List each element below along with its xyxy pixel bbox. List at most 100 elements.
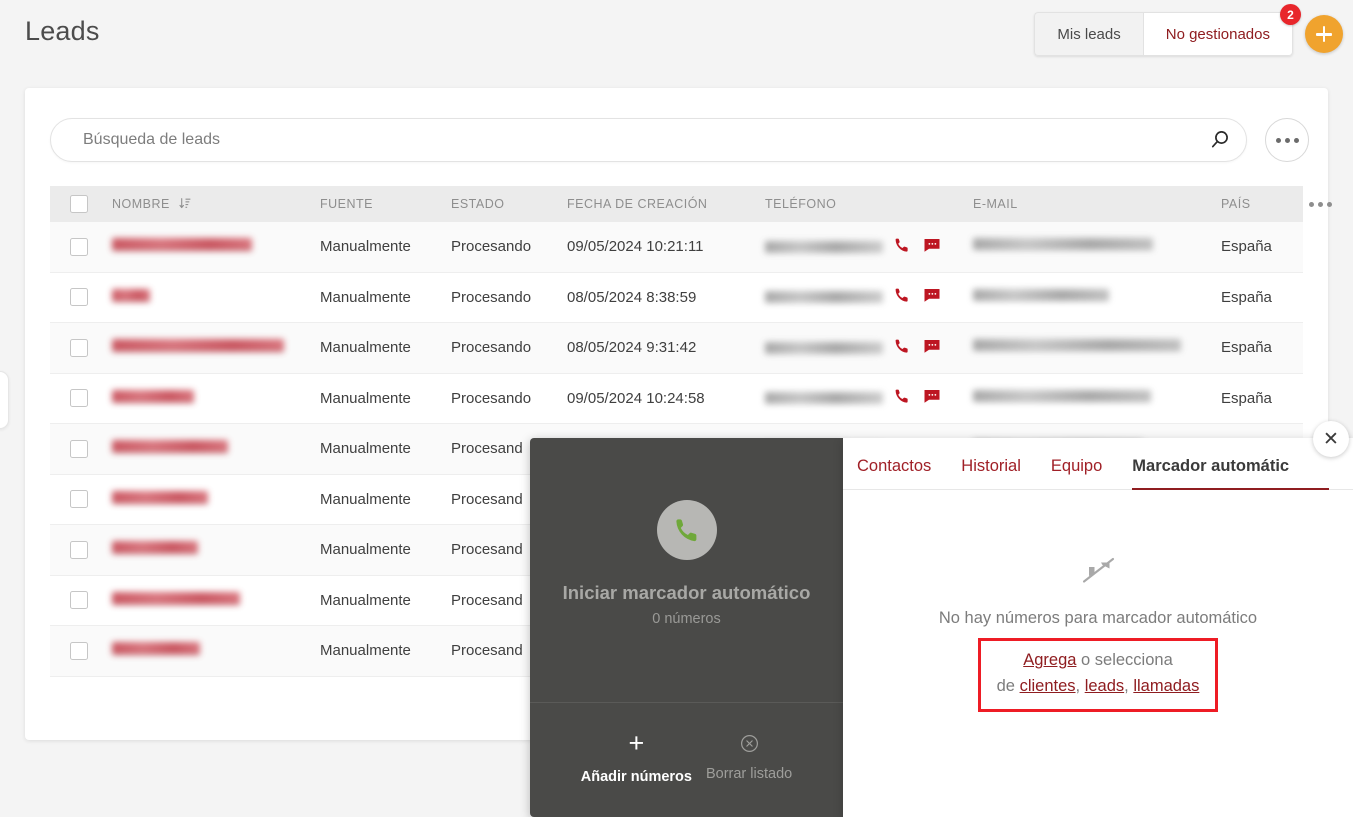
table-row[interactable]: ManualmenteProcesando09/05/2024 10:21:11… (50, 222, 1303, 273)
antenna-off-icon (1080, 554, 1116, 591)
column-header-nombre[interactable]: NOMBRE (108, 197, 320, 211)
link-agrega[interactable]: Agrega (1023, 651, 1076, 669)
search-input[interactable] (51, 119, 1194, 161)
lead-name-redacted (112, 289, 150, 302)
lead-name-redacted (112, 541, 198, 554)
cell-fuente: Manualmente (320, 440, 451, 457)
email-redacted (973, 238, 1153, 250)
leads-view-switch: Mis leads No gestionados 2 (1034, 12, 1293, 56)
call-button[interactable] (893, 387, 911, 409)
cell-nombre[interactable] (108, 390, 320, 407)
call-button[interactable] (893, 286, 911, 308)
cell-nombre[interactable] (108, 440, 320, 457)
clear-list-button[interactable]: Borrar listado (702, 733, 796, 782)
row-checkbox[interactable] (70, 339, 88, 357)
add-lead-button[interactable] (1305, 15, 1343, 53)
row-checkbox[interactable] (70, 541, 88, 559)
table-row[interactable]: ManualmenteProcesando08/05/2024 9:31:42 … (50, 323, 1303, 374)
tab-historial[interactable]: Historial (961, 457, 1021, 489)
row-select-cell (50, 288, 108, 306)
tab-no-gestionados-label: No gestionados (1166, 26, 1270, 43)
call-button[interactable] (893, 337, 911, 359)
cell-estado: Procesando (451, 238, 567, 255)
column-header-fuente[interactable]: FUENTE (320, 197, 451, 211)
table-options-button[interactable] (1265, 118, 1309, 162)
cell-email[interactable] (973, 238, 1221, 255)
link-llamadas[interactable]: llamadas (1133, 677, 1199, 695)
column-header-fecha[interactable]: FECHA DE CREACIÓN (567, 197, 765, 211)
sms-button[interactable] (923, 237, 941, 257)
phone-icon (893, 337, 911, 355)
sms-button[interactable] (923, 338, 941, 358)
link-leads[interactable]: leads (1085, 677, 1124, 695)
column-header-pais[interactable]: PAÍS (1221, 197, 1303, 211)
row-checkbox[interactable] (70, 642, 88, 660)
sms-icon (923, 287, 941, 303)
leads-page: Leads Mis leads No gestionados 2 (0, 0, 1353, 817)
row-select-cell (50, 541, 108, 559)
hint-sep-2: , (1124, 677, 1133, 695)
cell-nombre[interactable] (108, 491, 320, 508)
cell-nombre[interactable] (108, 238, 320, 255)
autodialer-start-area[interactable]: Iniciar marcador automático 0 números (530, 438, 843, 702)
sms-button[interactable] (923, 388, 941, 408)
tab-mis-leads[interactable]: Mis leads (1034, 12, 1142, 56)
sidebar-toggle-handle[interactable] (0, 371, 9, 429)
cell-email[interactable] (973, 289, 1221, 306)
row-select-cell (50, 490, 108, 508)
call-button[interactable] (893, 236, 911, 258)
autodialer-hint-box: Agrega o selecciona de clientes, leads, … (978, 638, 1219, 711)
cell-nombre[interactable] (108, 541, 320, 558)
close-icon: ✕ (1323, 428, 1339, 451)
sms-button[interactable] (923, 287, 941, 307)
row-checkbox[interactable] (70, 389, 88, 407)
close-panel-button[interactable]: ✕ (1313, 421, 1349, 457)
tab-no-gestionados[interactable]: No gestionados 2 (1143, 12, 1293, 56)
cell-estado: Procesando (451, 390, 567, 407)
search-icon (1208, 128, 1232, 152)
column-header-telefono[interactable]: TELÉFONO (765, 197, 973, 211)
phone-number-redacted (765, 241, 883, 253)
cell-email[interactable] (973, 339, 1221, 356)
cell-telefono (765, 387, 973, 409)
hint-text-or: o selecciona (1076, 651, 1172, 669)
row-checkbox[interactable] (70, 440, 88, 458)
cell-email[interactable] (973, 390, 1221, 407)
lead-name-redacted (112, 592, 240, 605)
cell-nombre[interactable] (108, 339, 320, 356)
row-checkbox[interactable] (70, 490, 88, 508)
add-numbers-button[interactable]: + Añadir números (577, 730, 696, 785)
status-badge: 2 (1280, 4, 1301, 25)
row-checkbox[interactable] (70, 591, 88, 609)
cell-pais: España (1221, 339, 1303, 356)
row-select-cell (50, 642, 108, 660)
cell-fuente: Manualmente (320, 541, 451, 558)
tab-marcador-automatico[interactable]: Marcador automátic (1132, 457, 1289, 489)
row-select-cell (50, 238, 108, 256)
table-row[interactable]: ManualmenteProcesando08/05/2024 8:38:59 … (50, 273, 1303, 324)
cell-nombre[interactable] (108, 592, 320, 609)
column-header-estado[interactable]: ESTADO (451, 197, 567, 211)
cell-telefono (765, 236, 973, 258)
tab-contactos[interactable]: Contactos (857, 457, 931, 489)
column-settings-button[interactable] (1309, 202, 1332, 207)
clear-list-label: Borrar listado (706, 766, 792, 782)
column-header-email[interactable]: E-MAIL (973, 197, 1221, 211)
email-redacted (973, 390, 1151, 402)
link-clientes[interactable]: clientes (1020, 677, 1076, 695)
phone-number-redacted (765, 392, 883, 404)
cell-nombre[interactable] (108, 642, 320, 659)
start-autodialer-button[interactable] (657, 500, 717, 560)
select-all-checkbox[interactable] (70, 195, 88, 213)
row-checkbox[interactable] (70, 238, 88, 256)
cell-telefono (765, 286, 973, 308)
row-checkbox[interactable] (70, 288, 88, 306)
cell-nombre[interactable] (108, 289, 320, 306)
tab-equipo[interactable]: Equipo (1051, 457, 1102, 489)
cell-fuente: Manualmente (320, 238, 451, 255)
empty-state-text: No hay números para marcador automático (939, 609, 1257, 628)
search-button[interactable] (1194, 119, 1246, 161)
table-row[interactable]: ManualmenteProcesando09/05/2024 10:24:58… (50, 374, 1303, 425)
cell-fecha: 09/05/2024 10:21:11 (567, 238, 765, 255)
more-options-icon (1294, 138, 1299, 143)
